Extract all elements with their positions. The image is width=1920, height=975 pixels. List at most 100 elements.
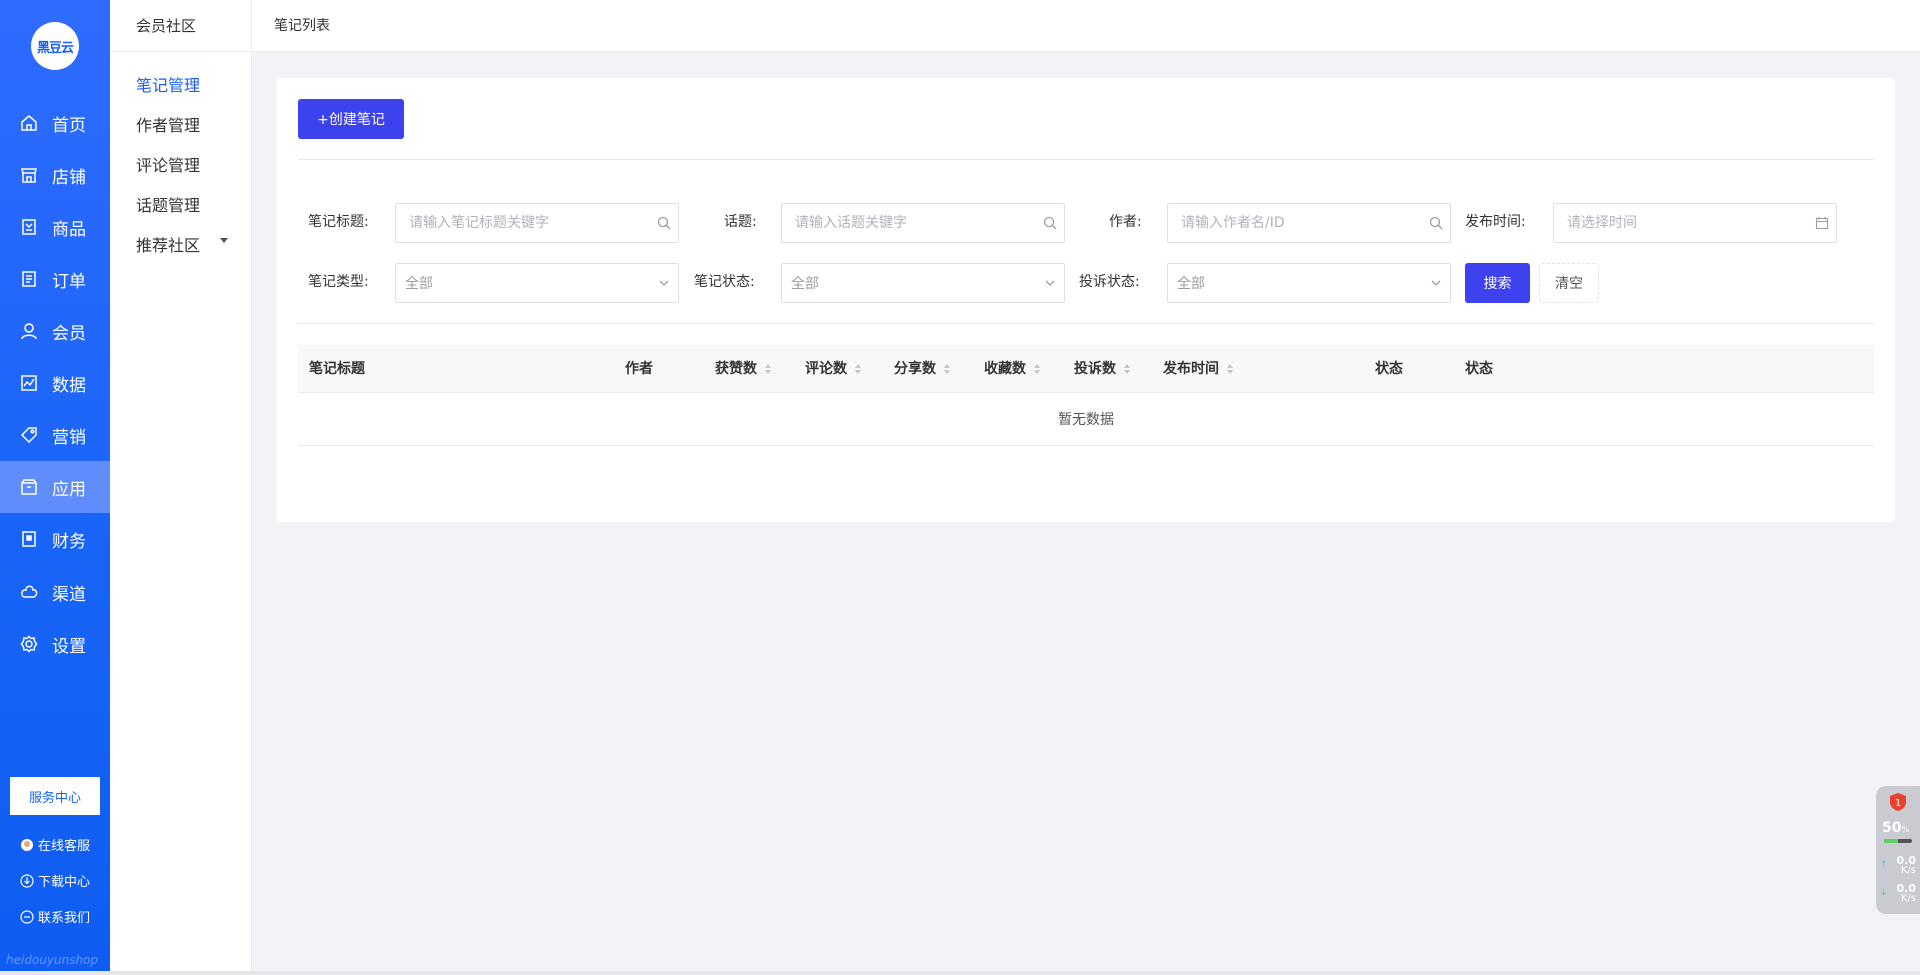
column-header-status-2: 状态 — [1465, 361, 1493, 377]
nav-item-store[interactable]: 店铺 — [0, 149, 110, 201]
download-center-label: 下载中心 — [38, 875, 91, 890]
filter-label-complaint-status: 投诉状态: — [1079, 274, 1140, 290]
sort-icon[interactable] — [1034, 364, 1040, 374]
complaint-status-select[interactable]: 全部 — [1167, 263, 1451, 303]
nav-label: 数据 — [52, 375, 86, 396]
nav-item-apps[interactable]: 应用 — [0, 461, 110, 513]
empty-table-message: 暂无数据 — [298, 393, 1874, 446]
sort-icon[interactable] — [944, 364, 950, 374]
chevron-down-icon — [1422, 264, 1450, 302]
publish-time-picker[interactable] — [1553, 203, 1837, 243]
topic-input[interactable] — [781, 203, 1065, 243]
main-sidebar: 黑豆云 首页 店铺 商品 订单 会员 数据 营销 应用 财务 渠道 设置 服务中… — [0, 0, 110, 975]
upload-speed: 0.0 K/s — [1896, 854, 1917, 876]
column-header-complaints[interactable]: 投诉数 — [1074, 345, 1130, 393]
column-header-title: 笔记标题 — [309, 361, 365, 377]
caret-down-icon[interactable] — [220, 238, 228, 243]
cpu-bar — [1884, 839, 1912, 843]
cpu-bar-fill — [1884, 839, 1898, 843]
clear-button[interactable]: 清空 — [1539, 263, 1599, 303]
sort-icon[interactable] — [1124, 364, 1130, 374]
nav-label: 财务 — [52, 531, 86, 552]
column-header-author: 作者 — [625, 361, 653, 377]
search-icon[interactable] — [1422, 204, 1450, 242]
avatar-icon — [21, 838, 33, 851]
subnav-item-notes[interactable]: 笔记管理 — [136, 72, 200, 96]
finance-icon — [22, 531, 36, 547]
filter-label-topic: 话题: — [724, 214, 757, 230]
author-field[interactable] — [1168, 204, 1422, 242]
subnav-item-authors[interactable]: 作者管理 — [136, 112, 200, 136]
sort-icon[interactable] — [855, 364, 861, 374]
search-button[interactable]: 搜索 — [1465, 263, 1530, 303]
store-icon — [21, 168, 37, 183]
cpu-percent: 50% — [1882, 820, 1910, 836]
network-speed-widget[interactable]: 1 50% ↑ 0.0 K/s ↓ 0.0 K/s — [1876, 786, 1920, 914]
channel-icon — [21, 585, 38, 598]
note-type-select[interactable]: 全部 — [395, 263, 679, 303]
nav-item-member[interactable]: 会员 — [0, 305, 110, 357]
author-input[interactable] — [1167, 203, 1451, 243]
note-type-value: 全部 — [405, 276, 433, 292]
nav-label: 应用 — [52, 479, 86, 500]
note-title-field[interactable] — [396, 204, 650, 242]
publish-time-field[interactable] — [1554, 204, 1808, 242]
service-center-button[interactable]: 服务中心 — [10, 777, 100, 815]
download-speed: 0.0 K/s — [1896, 882, 1917, 904]
nav-label: 商品 — [52, 219, 86, 240]
subnav-title: 会员社区 — [110, 0, 252, 52]
nav-label: 渠道 — [52, 584, 86, 605]
home-icon — [21, 115, 37, 131]
nav-item-channel[interactable]: 渠道 — [0, 566, 110, 618]
note-status-select[interactable]: 全部 — [781, 263, 1065, 303]
nav-label: 订单 — [52, 271, 86, 292]
sort-icon[interactable] — [1227, 364, 1233, 374]
column-header-publish-time[interactable]: 发布时间 — [1163, 345, 1233, 393]
watermark-text: heidouyunshop — [6, 953, 99, 967]
nav-item-home[interactable]: 首页 — [0, 97, 110, 149]
bottom-border — [0, 971, 1920, 975]
search-icon[interactable] — [650, 204, 678, 242]
goods-icon — [22, 219, 36, 235]
nav-label: 营销 — [52, 427, 86, 448]
nav-label: 店铺 — [52, 167, 86, 188]
search-icon[interactable] — [1036, 204, 1064, 242]
sub-sidebar: 会员社区 笔记管理 作者管理 评论管理 话题管理 推荐社区 — [110, 0, 252, 975]
online-service-link[interactable]: 在线客服 — [20, 835, 90, 854]
divider — [298, 159, 1874, 160]
subnav-item-topics[interactable]: 话题管理 — [136, 192, 200, 216]
filter-label-note-status: 笔记状态: — [694, 274, 755, 290]
sort-icon[interactable] — [765, 364, 771, 374]
filter-label-note-type: 笔记类型: — [308, 274, 369, 290]
column-header-comments[interactable]: 评论数 — [805, 345, 861, 393]
filter-label-title: 笔记标题: — [308, 214, 369, 230]
subnav-item-recommend[interactable]: 推荐社区 — [136, 232, 200, 256]
column-header-status: 状态 — [1375, 361, 1403, 377]
column-header-favorites[interactable]: 收藏数 — [984, 345, 1040, 393]
chevron-down-icon — [650, 264, 678, 302]
contact-us-label: 联系我们 — [38, 911, 91, 926]
nav-item-data[interactable]: 数据 — [0, 357, 110, 409]
tag-icon — [20, 427, 37, 444]
contact-us-link[interactable]: 联系我们 — [20, 907, 90, 926]
filter-label-publish-time: 发布时间: — [1465, 214, 1526, 230]
nav-item-settings[interactable]: 设置 — [0, 618, 110, 670]
nav-item-order[interactable]: 订单 — [0, 253, 110, 305]
calendar-icon[interactable] — [1808, 204, 1836, 242]
nav-item-goods[interactable]: 商品 — [0, 201, 110, 253]
top-header: 笔记列表 — [252, 0, 1920, 52]
nav-label: 会员 — [52, 323, 86, 344]
subnav-item-comments[interactable]: 评论管理 — [136, 152, 200, 176]
svg-text:1: 1 — [1895, 798, 1901, 809]
download-center-link[interactable]: 下载中心 — [20, 871, 90, 890]
column-header-likes[interactable]: 获赞数 — [715, 345, 771, 393]
note-title-input[interactable] — [395, 203, 679, 243]
topic-field[interactable] — [782, 204, 1036, 242]
logo[interactable]: 黑豆云 — [31, 22, 79, 70]
nav-item-finance[interactable]: 财务 — [0, 513, 110, 565]
create-note-button[interactable]: +创建笔记 — [298, 99, 404, 139]
nav-item-marketing[interactable]: 营销 — [0, 409, 110, 461]
column-header-shares[interactable]: 分享数 — [894, 345, 950, 393]
app-icon — [21, 479, 37, 495]
nav-label: 设置 — [52, 636, 86, 657]
